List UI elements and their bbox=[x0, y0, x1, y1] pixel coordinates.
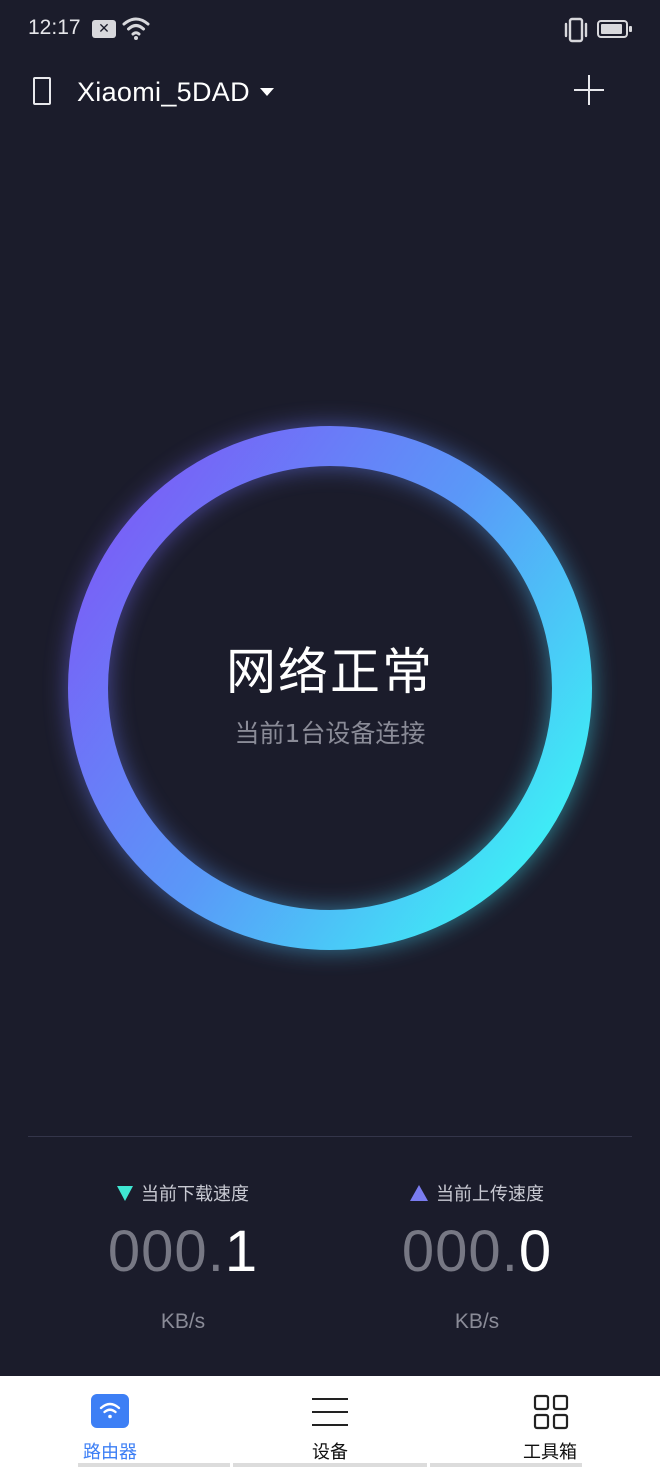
upload-speed: 当前上传速度 000.0 KB/s bbox=[352, 1180, 602, 1334]
nav-item-router[interactable]: 路由器 bbox=[0, 1376, 220, 1467]
nav-label-toolbox: 工具箱 bbox=[523, 1442, 577, 1463]
download-speed: 当前下载速度 000.1 KB/s bbox=[58, 1180, 308, 1334]
battery-icon bbox=[597, 20, 632, 38]
connected-devices-text: 当前1台设备连接 bbox=[234, 719, 426, 748]
wifi-icon bbox=[122, 17, 150, 40]
add-icon[interactable] bbox=[574, 75, 604, 105]
grid-icon bbox=[533, 1394, 569, 1430]
download-speed-unit: KB/s bbox=[160, 1310, 206, 1333]
header: Xiaomi_5DAD bbox=[0, 60, 660, 124]
download-speed-value-digit: 1 bbox=[224, 1219, 259, 1284]
vibrate-icon bbox=[564, 17, 588, 43]
upload-speed-label-row: 当前上传速度 bbox=[352, 1180, 602, 1206]
upload-arrow-icon bbox=[410, 1185, 428, 1201]
upload-speed-label: 当前上传速度 bbox=[436, 1184, 544, 1205]
nav-label-devices: 设备 bbox=[312, 1442, 348, 1463]
download-speed-label: 当前下载速度 bbox=[141, 1184, 249, 1205]
router-name: Xiaomi_5DAD bbox=[77, 76, 250, 107]
device-icon bbox=[33, 77, 51, 105]
upload-speed-value-leading: 000. bbox=[401, 1219, 519, 1284]
network-status-title: 网络正常 bbox=[226, 643, 434, 701]
router-wifi-icon bbox=[91, 1394, 129, 1428]
upload-speed-value-digit: 0 bbox=[518, 1219, 553, 1284]
upload-speed-value: 000.0 bbox=[352, 1220, 602, 1284]
menu-list-icon bbox=[312, 1396, 348, 1426]
nav-indicator-1 bbox=[78, 1463, 230, 1467]
download-arrow-icon bbox=[117, 1185, 133, 1201]
nav-item-devices[interactable]: 设备 bbox=[220, 1376, 440, 1467]
router-selector[interactable]: Xiaomi_5DAD bbox=[77, 74, 274, 110]
divider bbox=[28, 1136, 632, 1137]
status-time: 12:17 bbox=[28, 16, 81, 39]
upload-speed-unit: KB/s bbox=[454, 1310, 500, 1333]
download-speed-value-leading: 000. bbox=[107, 1219, 225, 1284]
nav-label-router: 路由器 bbox=[83, 1442, 137, 1463]
bottom-nav: 路由器 设备 工具箱 bbox=[0, 1376, 660, 1467]
status-bar: 12:17 ✕ bbox=[0, 0, 660, 60]
notification-icon: ✕ bbox=[92, 20, 116, 38]
nav-indicator-2 bbox=[233, 1463, 427, 1467]
nav-indicator-3 bbox=[430, 1463, 582, 1467]
download-speed-label-row: 当前下载速度 bbox=[58, 1180, 308, 1206]
dropdown-icon bbox=[259, 88, 274, 96]
download-speed-value: 000.1 bbox=[58, 1220, 308, 1284]
